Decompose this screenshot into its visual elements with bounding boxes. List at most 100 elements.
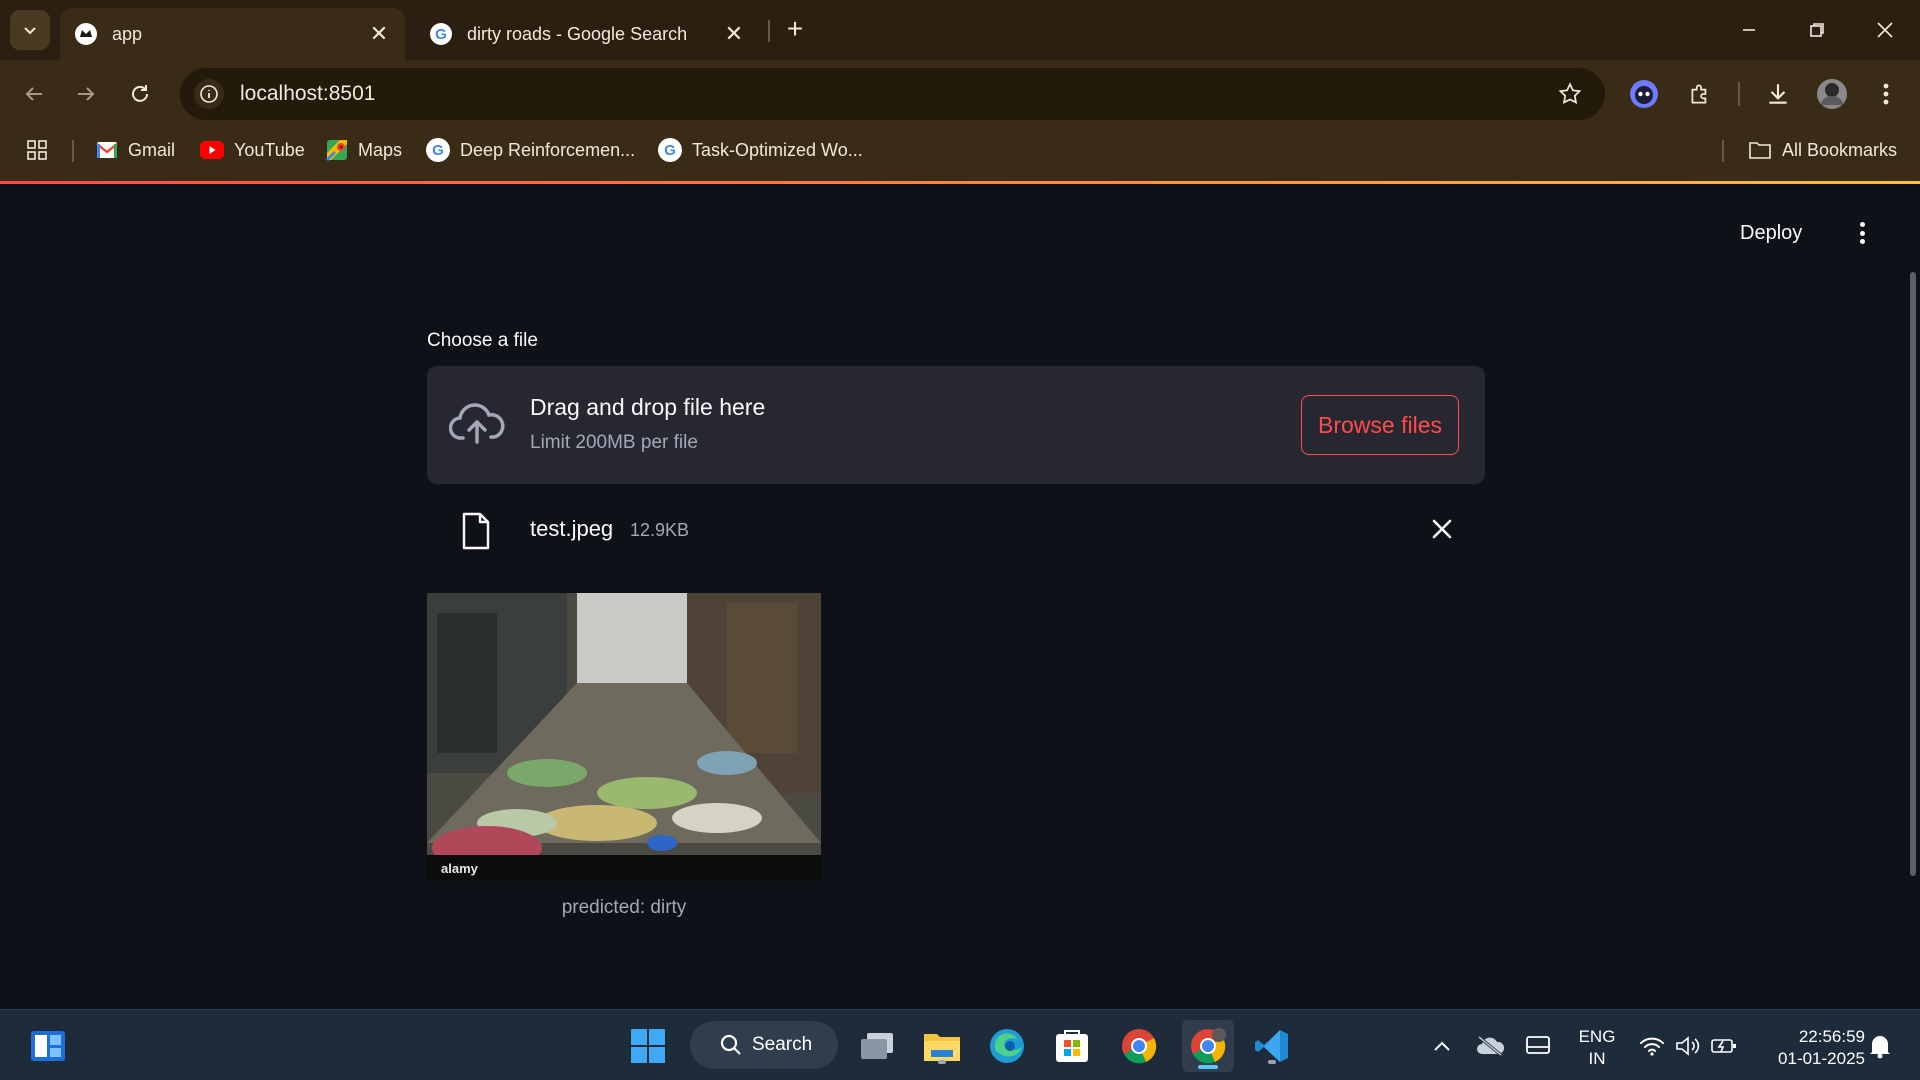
widgets-icon[interactable] (26, 1024, 70, 1068)
tab-divider (768, 20, 770, 42)
forward-button[interactable] (66, 74, 106, 114)
apps-icon[interactable] (26, 130, 48, 170)
file-explorer-icon[interactable] (920, 1024, 964, 1068)
remove-file-button[interactable] (1429, 516, 1455, 542)
bookmark-label: Gmail (128, 139, 176, 160)
chrome-icon[interactable] (1117, 1024, 1161, 1068)
bookmark-task-optimized[interactable]: G Task-Optimized Wo... (658, 130, 863, 170)
uploaded-image-preview: alamy (427, 593, 821, 881)
reload-button[interactable] (120, 74, 160, 114)
google-icon: G (658, 138, 682, 162)
gmail-icon (96, 142, 118, 158)
download-icon[interactable] (1758, 74, 1798, 114)
close-icon[interactable]: ✕ (722, 21, 746, 46)
bookmark-label: Task-Optimized Wo... (692, 139, 863, 160)
app-menu-icon[interactable] (1850, 218, 1874, 248)
arrow-left-icon (25, 87, 42, 101)
all-bookmarks-button[interactable]: All Bookmarks (1748, 130, 1897, 170)
restore-icon (1810, 23, 1824, 37)
search-label: Search (752, 1034, 813, 1055)
minimize-icon (1743, 29, 1755, 31)
notification-bell-icon[interactable] (1858, 1024, 1902, 1068)
restore-button[interactable] (1792, 10, 1842, 50)
tab-title: app (112, 23, 143, 44)
file-size: 12.9KB (630, 520, 690, 540)
browse-files-button[interactable]: Browse files (1301, 395, 1459, 455)
scrollbar[interactable] (1910, 272, 1916, 876)
bookmark-label: YouTube (234, 139, 305, 160)
task-view-icon[interactable] (855, 1024, 899, 1068)
taskbar: Search ENG IN 22:56:59 01-01-2025 (0, 1009, 1920, 1080)
extension-icon[interactable] (1624, 74, 1664, 114)
chrome-profile-icon[interactable] (1182, 1020, 1234, 1072)
bookmark-deep-reinforcement[interactable]: G Deep Reinforcemen... (426, 130, 635, 170)
svg-text:G: G (664, 142, 676, 159)
bookmarks-bar: Gmail YouTube Maps G Deep Reinforcemen..… (0, 130, 1920, 170)
youtube-icon (200, 141, 224, 159)
folder-icon (1749, 142, 1771, 159)
maps-icon (326, 140, 347, 161)
tab-search-button[interactable] (10, 10, 50, 50)
search-icon (720, 1034, 741, 1055)
watermark-text: alamy (441, 861, 479, 876)
cloud-upload-icon (448, 400, 505, 451)
uploader-label: Choose a file (427, 330, 538, 351)
bookmark-youtube[interactable]: YouTube (200, 130, 305, 170)
bookmark-label: Deep Reinforcemen... (460, 139, 636, 160)
close-window-button[interactable] (1860, 10, 1910, 50)
active-indicator (1198, 1065, 1218, 1069)
bookmark-label: Maps (358, 139, 403, 160)
minimize-button[interactable] (1724, 10, 1774, 50)
close-icon (1877, 22, 1893, 38)
bookmark-maps[interactable]: Maps (326, 130, 402, 170)
clock[interactable]: 22:56:59 01-01-2025 (1755, 1026, 1865, 1070)
bookmark-gmail[interactable]: Gmail (96, 130, 175, 170)
app-main: Deploy Choose a file Drag and drop file … (0, 184, 1920, 1009)
running-indicator (938, 1060, 946, 1064)
clock-time: 22:56:59 (1798, 1027, 1865, 1046)
close-icon[interactable]: ✕ (367, 21, 391, 46)
avatar[interactable] (1812, 74, 1852, 114)
tab-title: dirty roads - Google Search (467, 23, 688, 44)
vscode-icon[interactable] (1250, 1024, 1294, 1068)
bookmark-star-icon[interactable] (1557, 81, 1583, 112)
url-text: localhost:8501 (240, 82, 376, 105)
running-indicator (1268, 1060, 1276, 1064)
tab-google-search[interactable]: G dirty roads - Google Search ✕ (415, 8, 760, 60)
browser-menu-icon[interactable] (1866, 74, 1906, 114)
site-info-icon[interactable] (194, 79, 224, 109)
edge-icon[interactable] (985, 1024, 1029, 1068)
language-indicator[interactable]: ENG IN (1572, 1026, 1622, 1070)
region-code: IN (1588, 1049, 1606, 1068)
dropzone-title: Drag and drop file here (530, 394, 766, 420)
battery-icon[interactable] (1702, 1024, 1746, 1068)
browser-toolbar: localhost:8501 (0, 60, 1920, 126)
back-button[interactable] (14, 74, 54, 114)
tab-app[interactable]: app ✕ (60, 8, 405, 60)
new-tab-button[interactable]: + (780, 13, 810, 44)
dropzone-limit: Limit 200MB per file (530, 432, 698, 453)
streamlit-crown-icon (74, 22, 98, 46)
image-caption: predicted: dirty (561, 897, 687, 918)
address-bar[interactable]: localhost:8501 (180, 68, 1605, 120)
display-icon[interactable] (1516, 1024, 1560, 1068)
onedrive-offline-icon[interactable] (1468, 1024, 1512, 1068)
svg-text:G: G (435, 26, 447, 43)
clock-date: 01-01-2025 (1778, 1049, 1865, 1068)
chevron-up-icon[interactable] (1420, 1024, 1464, 1068)
file-dropzone[interactable]: Drag and drop file here Limit 200MB per … (427, 366, 1485, 484)
uploaded-file-row: test.jpeg 12.9KB (427, 504, 1485, 554)
google-icon: G (426, 138, 450, 162)
microsoft-store-icon[interactable] (1050, 1024, 1094, 1068)
puzzle-icon[interactable] (1680, 74, 1720, 114)
deploy-button[interactable]: Deploy (1740, 222, 1802, 245)
reload-icon (132, 85, 148, 102)
chevron-down-icon (24, 27, 36, 35)
tab-strip: app ✕ G dirty roads - Google Search ✕ + (0, 0, 1920, 60)
file-name: test.jpeg (530, 516, 614, 541)
windows-start-icon[interactable] (626, 1024, 670, 1068)
taskbar-search[interactable]: Search (690, 1021, 838, 1069)
google-icon: G (429, 22, 453, 46)
toolbar-divider (1738, 82, 1740, 106)
bookmark-divider (1722, 140, 1724, 162)
